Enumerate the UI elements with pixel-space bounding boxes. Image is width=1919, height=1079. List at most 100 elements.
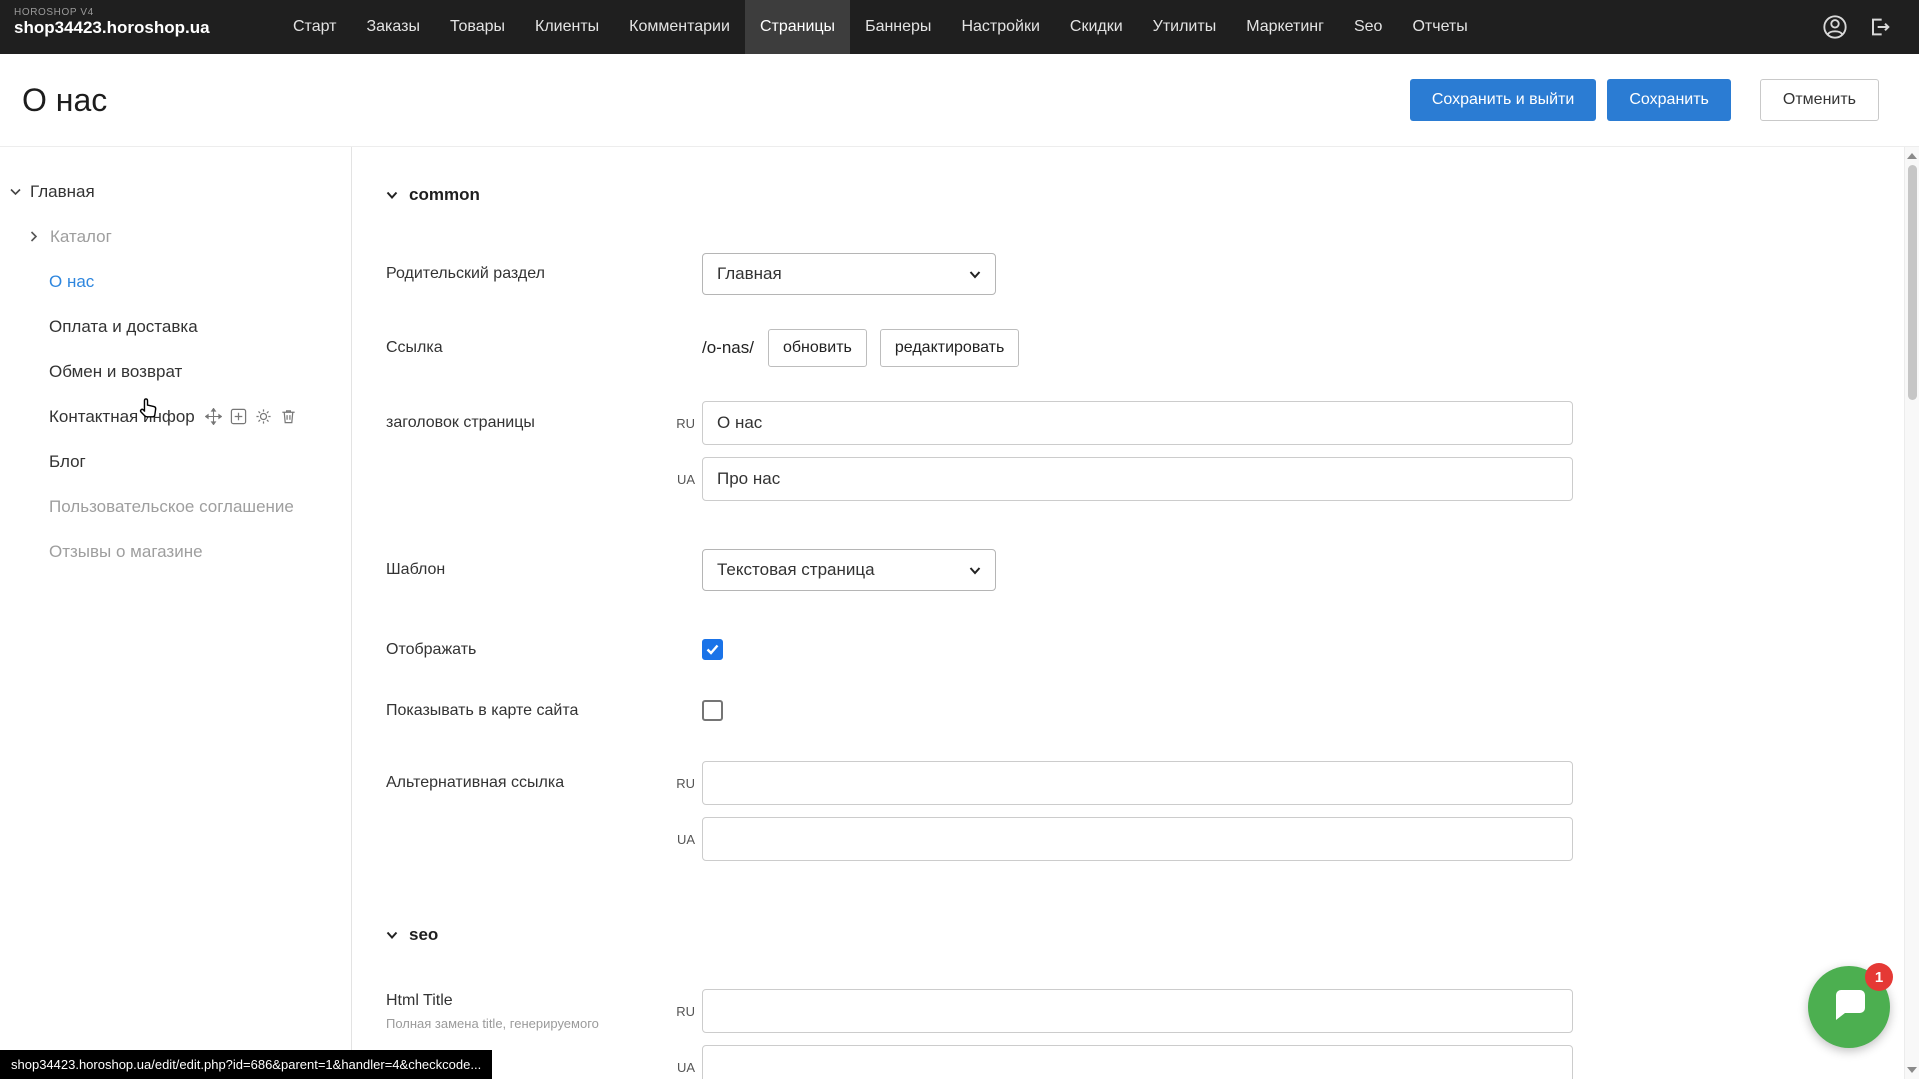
- menu-item-reports[interactable]: Отчеты: [1397, 0, 1482, 54]
- scroll-up-icon[interactable]: [1907, 153, 1917, 159]
- menu-item-clients[interactable]: Клиенты: [520, 0, 614, 54]
- field-html-title-ua: UA: [386, 1045, 1919, 1079]
- settings-gear-icon[interactable]: [255, 408, 272, 425]
- brand-domain: shop34423.horoshop.ua: [14, 18, 278, 38]
- menu-item-products[interactable]: Товары: [435, 0, 520, 54]
- tree-item-blog[interactable]: Блог: [0, 439, 351, 484]
- tree-item-label: Контактная инфор: [49, 407, 195, 427]
- chevron-down-icon[interactable]: [10, 188, 30, 196]
- lang-badge-ru: RU: [666, 416, 702, 431]
- lang-badge-ru: RU: [666, 1004, 702, 1019]
- select-value: Текстовая страница: [717, 560, 875, 580]
- add-page-icon[interactable]: [230, 408, 247, 425]
- menu-item-discounts[interactable]: Скидки: [1055, 0, 1138, 54]
- tree-item-kontaktnaya-infor[interactable]: Контактная инфор: [0, 394, 351, 439]
- link-label: Ссылка: [386, 339, 702, 357]
- menu-item-orders[interactable]: Заказы: [351, 0, 434, 54]
- drag-move-icon[interactable]: [205, 408, 222, 425]
- account-icon[interactable]: [1823, 15, 1847, 39]
- save-and-exit-button[interactable]: Сохранить и выйти: [1410, 79, 1597, 121]
- field-link: Ссылка /o-nas/ обновить редактировать: [386, 329, 1919, 367]
- tree-item-label: Отзывы о магазине: [49, 542, 203, 562]
- link-refresh-button[interactable]: обновить: [768, 329, 867, 367]
- section-common[interactable]: common: [386, 185, 1919, 205]
- tree-item-glavnaya[interactable]: Главная: [0, 169, 351, 214]
- chat-widget-button[interactable]: 1: [1808, 966, 1890, 1048]
- main-menu: Старт Заказы Товары Клиенты Комментарии …: [278, 0, 1823, 54]
- menu-item-start[interactable]: Старт: [278, 0, 351, 54]
- chevron-right-icon[interactable]: [30, 231, 50, 242]
- html-title-ua-input[interactable]: [702, 1045, 1573, 1079]
- field-display: Отображать: [386, 639, 1919, 660]
- section-title: common: [409, 185, 480, 205]
- sitemap-label: Показывать в карте сайта: [386, 702, 702, 720]
- html-title-ru-input[interactable]: [702, 989, 1573, 1033]
- brand-version: HOROSHOP V4: [14, 7, 278, 18]
- page-title-label: заголовок страницы: [386, 414, 666, 432]
- chat-unread-badge: 1: [1865, 963, 1893, 991]
- link-edit-button[interactable]: редактировать: [880, 329, 1019, 367]
- menu-item-seo[interactable]: Seo: [1339, 0, 1397, 54]
- field-page-title-ru: заголовок страницы RU: [386, 401, 1919, 445]
- topbar-actions: [1823, 0, 1919, 54]
- brand[interactable]: HOROSHOP V4 shop34423.horoshop.ua: [0, 0, 278, 54]
- header-actions: Сохранить и выйти Сохранить Отменить: [1410, 79, 1879, 121]
- scrollbar-thumb[interactable]: [1908, 165, 1917, 400]
- display-label: Отображать: [386, 641, 702, 659]
- display-checkbox[interactable]: [702, 639, 723, 660]
- field-alt-link-ru: Альтернативная ссылка RU: [386, 761, 1919, 805]
- lang-badge-ua: UA: [666, 1060, 702, 1075]
- save-button[interactable]: Сохранить: [1607, 79, 1731, 121]
- template-label: Шаблон: [386, 561, 702, 579]
- page-title-ru-input[interactable]: [702, 401, 1573, 445]
- tree-item-label: Пользовательское соглашение: [49, 497, 294, 517]
- field-template: Шаблон Текстовая страница: [386, 549, 1919, 591]
- cancel-button[interactable]: Отменить: [1760, 79, 1879, 121]
- alt-link-ua-input[interactable]: [702, 817, 1573, 861]
- chat-bubble-icon: [1830, 987, 1868, 1028]
- menu-item-banners[interactable]: Баннеры: [850, 0, 946, 54]
- tree-item-label: Главная: [30, 182, 95, 202]
- tree-item-oplata-i-dostavka[interactable]: Оплата и доставка: [0, 304, 351, 349]
- parent-section-select[interactable]: Главная: [702, 253, 996, 295]
- lang-badge-ua: UA: [666, 832, 702, 847]
- chevron-down-icon: [969, 264, 981, 284]
- menu-item-utilities[interactable]: Утилиты: [1138, 0, 1232, 54]
- tree-item-label: Каталог: [50, 227, 112, 247]
- tree-item-otzyvy-o-magazine[interactable]: Отзывы о магазине: [0, 529, 351, 574]
- tree-item-katalog[interactable]: Каталог: [0, 214, 351, 259]
- lang-badge-ua: UA: [666, 472, 702, 487]
- html-title-label: Html Title: [386, 992, 666, 1010]
- menu-item-comments[interactable]: Комментарии: [614, 0, 745, 54]
- tree-item-polzovatelskoe-soglashenie[interactable]: Пользовательское соглашение: [0, 484, 351, 529]
- tree-item-o-nas[interactable]: О нас: [0, 259, 351, 304]
- scroll-down-icon[interactable]: [1907, 1067, 1917, 1073]
- alt-link-ru-input[interactable]: [702, 761, 1573, 805]
- section-title: seo: [409, 925, 438, 945]
- parent-section-label: Родительский раздел: [386, 265, 702, 283]
- menu-item-marketing[interactable]: Маркетинг: [1231, 0, 1339, 54]
- content-area: Главная Каталог О нас Оплата и доставка …: [0, 146, 1919, 1079]
- delete-trash-icon[interactable]: [280, 408, 297, 425]
- sitemap-checkbox[interactable]: [702, 700, 723, 721]
- html-title-hint: Полная замена title, генерируемого: [386, 1016, 666, 1031]
- page-title-ua-input[interactable]: [702, 457, 1573, 501]
- page-header: О нас Сохранить и выйти Сохранить Отмени…: [0, 54, 1919, 146]
- logout-icon[interactable]: [1867, 15, 1891, 39]
- pages-tree-sidebar: Главная Каталог О нас Оплата и доставка …: [0, 147, 352, 1079]
- lang-badge-ru: RU: [666, 776, 702, 791]
- menu-item-pages[interactable]: Страницы: [745, 0, 850, 54]
- select-value: Главная: [717, 264, 782, 284]
- chevron-down-icon: [386, 191, 398, 200]
- vertical-scrollbar[interactable]: [1904, 147, 1919, 1079]
- template-select[interactable]: Текстовая страница: [702, 549, 996, 591]
- topbar: HOROSHOP V4 shop34423.horoshop.ua Старт …: [0, 0, 1919, 54]
- tree-item-label: Оплата и доставка: [49, 317, 198, 337]
- chevron-down-icon: [969, 560, 981, 580]
- field-page-title-ua: UA: [386, 457, 1919, 501]
- section-seo[interactable]: seo: [386, 925, 1919, 945]
- tree-item-label: Обмен и возврат: [49, 362, 182, 382]
- tree-item-obmen-i-vozvrat[interactable]: Обмен и возврат: [0, 349, 351, 394]
- menu-item-settings[interactable]: Настройки: [946, 0, 1054, 54]
- page-title: О нас: [22, 82, 107, 119]
